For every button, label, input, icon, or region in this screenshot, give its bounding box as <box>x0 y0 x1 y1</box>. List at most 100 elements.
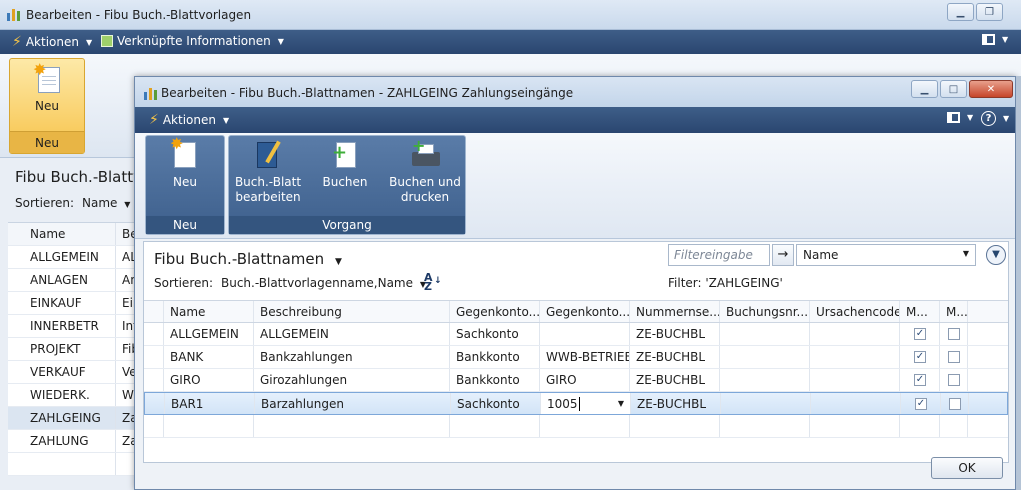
table-row-empty[interactable] <box>8 453 136 476</box>
checkbox-checked[interactable]: ✓ <box>914 351 926 363</box>
column-header-reason-code[interactable]: Ursachencode <box>810 301 900 322</box>
cell-bal-account-type[interactable]: Sachkonto <box>450 323 540 345</box>
maximize-button[interactable]: □ <box>940 80 967 98</box>
row-selector[interactable] <box>144 369 164 391</box>
cell-bal-account-no-editor[interactable]: 1005 ▼ <box>541 393 631 414</box>
cell-bal-account-type[interactable]: Bankkonto <box>450 346 540 368</box>
table-row[interactable]: EINKAUF Ein <box>8 292 136 315</box>
cell-no-series[interactable]: ZE-BUCHBL <box>630 346 720 368</box>
column-header[interactable]: Name <box>8 223 116 245</box>
cell-reason-code[interactable] <box>811 393 901 414</box>
cell-empty[interactable] <box>900 415 940 437</box>
row-selector[interactable] <box>144 346 164 368</box>
expand-filter-button[interactable]: ▼ <box>986 245 1006 265</box>
column-header-name[interactable]: Name <box>164 301 254 322</box>
row-selector[interactable] <box>144 415 164 437</box>
column-header-m2[interactable]: M... <box>940 301 968 322</box>
table-row[interactable]: PROJEKT Fib <box>8 338 136 361</box>
column-header[interactable]: Be <box>116 223 136 245</box>
dialog-actions-menu[interactable]: ⚡ Aktionen ▼ <box>149 112 229 128</box>
cell-empty[interactable] <box>810 415 900 437</box>
row-selector[interactable] <box>144 323 164 345</box>
row-selector[interactable] <box>145 393 165 414</box>
cell-empty[interactable] <box>254 415 450 437</box>
filter-input[interactable]: Filtereingabe <box>668 244 770 266</box>
close-button[interactable]: ✕ <box>969 80 1013 98</box>
cell-description[interactable]: Barzahlungen <box>255 393 451 414</box>
cell-description[interactable]: Bankzahlungen <box>254 346 450 368</box>
cell-name[interactable]: ALLGEMEIN <box>164 323 254 345</box>
minimize-button[interactable]: ▁ <box>947 3 974 21</box>
bal-account-no-input[interactable]: 1005 <box>547 397 578 411</box>
cell-description[interactable]: Girozahlungen <box>254 369 450 391</box>
checkbox-unchecked[interactable] <box>949 398 961 410</box>
checkbox-unchecked[interactable] <box>948 328 960 340</box>
table-row[interactable]: ALLGEMEIN ALLGEMEIN Sachkonto ZE-BUCHBL … <box>144 323 1008 346</box>
bg-related-info-menu[interactable]: Verknüpfte Informationen ▼ <box>101 34 284 48</box>
table-row[interactable]: INNERBETR Int <box>8 315 136 338</box>
column-header-m1[interactable]: M... <box>900 301 940 322</box>
filter-field-select[interactable]: Name ▼ <box>796 244 976 266</box>
filter-apply-button[interactable]: → <box>772 244 794 266</box>
cell-bal-account-type[interactable]: Bankkonto <box>450 369 540 391</box>
minimize-button[interactable]: ▁ <box>911 80 938 98</box>
checkbox-unchecked[interactable] <box>948 374 960 386</box>
checkbox-checked[interactable]: ✓ <box>914 374 926 386</box>
bg-actions-menu[interactable]: ⚡ Aktionen ▼ <box>12 34 92 50</box>
cell-description[interactable]: ALLGEMEIN <box>254 323 450 345</box>
restore-button[interactable]: ❐ <box>976 3 1003 21</box>
sort-order-icon[interactable]: A Z ↓ <box>424 272 442 292</box>
cell-bal-account-no[interactable]: GIRO <box>540 369 630 391</box>
help-button[interactable]: ? ▼ <box>981 111 1009 126</box>
checkbox-unchecked[interactable] <box>948 351 960 363</box>
table-row[interactable]: BANK Bankzahlungen Bankkonto WWB-BETRIEB… <box>144 346 1008 369</box>
bg-layout-button[interactable]: ▼ <box>982 34 1008 45</box>
column-header-bal-account-no[interactable]: Gegenkonto... <box>540 301 630 322</box>
table-row[interactable]: WIEDERK. Wi <box>8 384 136 407</box>
dialog-layout-button[interactable]: ▼ <box>947 112 973 123</box>
cell-reason-code[interactable] <box>810 346 900 368</box>
table-row[interactable]: ZAHLUNG Za <box>8 430 136 453</box>
checkbox-checked[interactable]: ✓ <box>914 328 926 340</box>
cell-posting-no-series[interactable] <box>720 323 810 345</box>
list-title[interactable]: Fibu Buch.-Blattnamen ▼ <box>154 250 342 268</box>
cell-empty[interactable] <box>940 415 968 437</box>
cell-name[interactable]: BAR1 <box>165 393 255 414</box>
cell-empty[interactable] <box>630 415 720 437</box>
table-row-selected[interactable]: ZAHLGEING Zal <box>8 407 136 430</box>
column-header-bal-account-type[interactable]: Gegenkonto... <box>450 301 540 322</box>
vertical-scrollbar[interactable] <box>1016 76 1021 490</box>
cell-bal-account-no[interactable] <box>540 323 630 345</box>
table-row-selected[interactable]: BAR1 Barzahlungen Sachkonto 1005 ▼ ZE-BU… <box>144 392 1008 415</box>
cell-reason-code[interactable] <box>810 369 900 391</box>
cell-empty[interactable] <box>540 415 630 437</box>
cell-bal-account-type[interactable]: Sachkonto <box>451 393 541 414</box>
table-row[interactable]: GIRO Girozahlungen Bankkonto GIRO ZE-BUC… <box>144 369 1008 392</box>
cell-posting-no-series[interactable] <box>720 369 810 391</box>
cell-no-series[interactable]: ZE-BUCHBL <box>630 323 720 345</box>
bg-new-button[interactable]: ✸ Neu Neu <box>9 58 85 154</box>
sort-dropdown[interactable]: Buch.-Blattvorlagenname,Name ▼ <box>221 276 426 290</box>
chevron-down-icon[interactable]: ▼ <box>618 399 624 408</box>
checkbox-checked[interactable]: ✓ <box>915 398 927 410</box>
cell-name[interactable]: BANK <box>164 346 254 368</box>
table-row[interactable]: ANLAGEN An <box>8 269 136 292</box>
cell-empty[interactable] <box>450 415 540 437</box>
cell-posting-no-series[interactable] <box>721 393 811 414</box>
new-button[interactable]: ✸ Neu <box>146 136 224 190</box>
cell-bal-account-no[interactable]: WWB-BETRIEB <box>540 346 630 368</box>
post-button[interactable]: + Buchen <box>317 140 373 190</box>
cell-posting-no-series[interactable] <box>720 346 810 368</box>
cell-empty[interactable] <box>720 415 810 437</box>
table-row[interactable]: ALLGEMEIN AL <box>8 246 136 269</box>
column-header-posting-no-series[interactable]: Buchungsnr.... <box>720 301 810 322</box>
cell-reason-code[interactable] <box>810 323 900 345</box>
edit-journal-button[interactable]: Buch.-Blatt bearbeiten <box>231 140 305 205</box>
post-print-button[interactable]: + Buchen und drucken <box>385 138 465 205</box>
bg-sort-dropdown[interactable]: Name ▼ <box>82 196 130 210</box>
column-header-no-series[interactable]: Nummernse... <box>630 301 720 322</box>
cell-no-series[interactable]: ZE-BUCHBL <box>630 369 720 391</box>
cell-empty[interactable] <box>164 415 254 437</box>
cell-name[interactable]: GIRO <box>164 369 254 391</box>
cell-no-series[interactable]: ZE-BUCHBL <box>631 393 721 414</box>
